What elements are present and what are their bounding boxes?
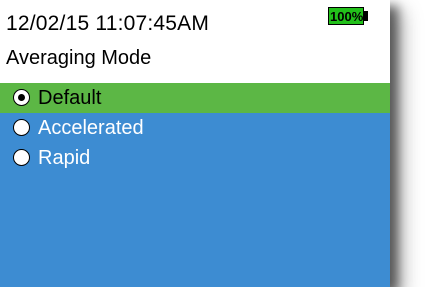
- option-label: Default: [38, 87, 102, 109]
- date-time-display: 12/02/15 11:07:45AM: [6, 12, 210, 35]
- radio-unselected-icon[interactable]: [13, 149, 30, 166]
- status-bar: 12/02/15 11:07:45AM 100%: [0, 0, 390, 38]
- option-default[interactable]: Default: [0, 83, 390, 113]
- option-label: Rapid: [38, 147, 91, 169]
- battery-level-indicator: 100%: [328, 7, 364, 25]
- averaging-mode-options: Default Accelerated Rapid: [0, 83, 390, 287]
- option-label: Accelerated: [38, 117, 144, 139]
- battery-icon: 100%: [328, 7, 368, 27]
- page-title: Averaging Mode: [6, 47, 152, 69]
- battery-terminal: [364, 11, 368, 21]
- option-rapid[interactable]: Rapid: [0, 143, 390, 173]
- option-accelerated[interactable]: Accelerated: [0, 113, 390, 143]
- radio-selected-icon[interactable]: [13, 89, 30, 106]
- radio-dot: [18, 94, 25, 101]
- battery-percent: 100%: [330, 9, 364, 24]
- radio-unselected-icon[interactable]: [13, 119, 30, 136]
- device-screen: 12/02/15 11:07:45AM 100% Averaging Mode …: [0, 0, 390, 287]
